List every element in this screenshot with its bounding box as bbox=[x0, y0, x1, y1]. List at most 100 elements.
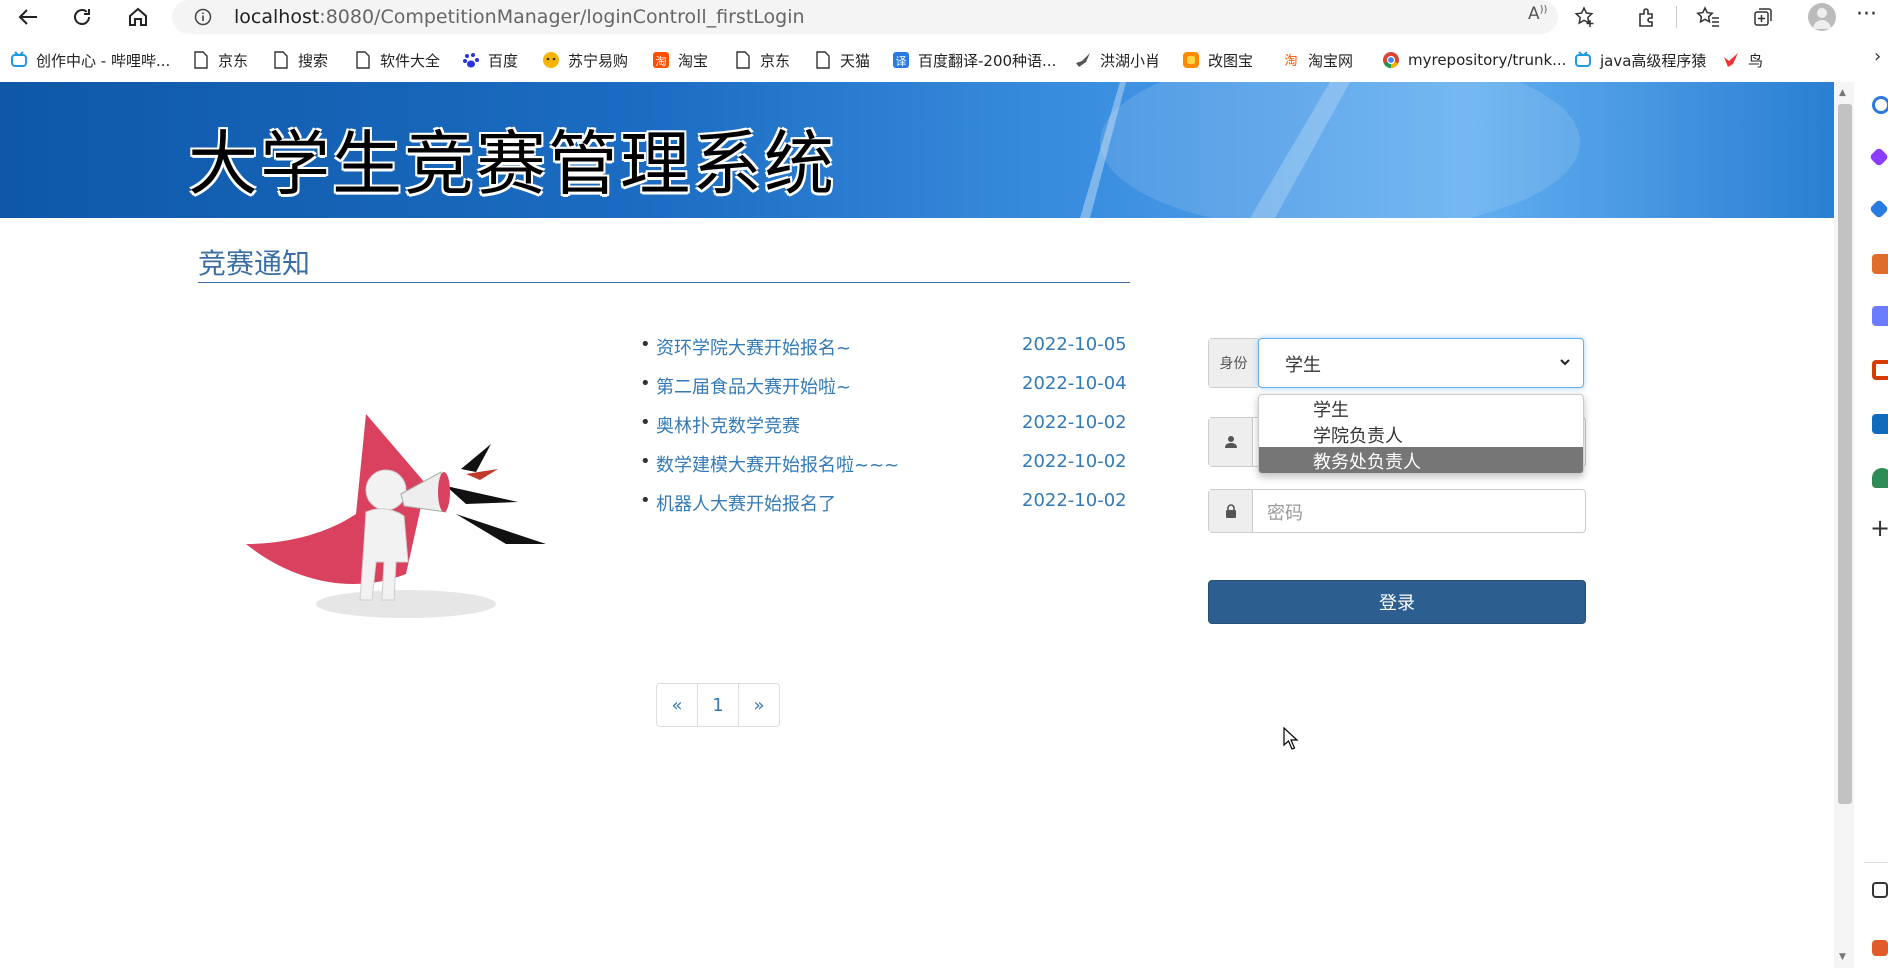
bilibili-icon bbox=[1574, 51, 1592, 69]
taobao-icon: 淘 bbox=[652, 51, 670, 69]
notice-item[interactable]: • 机器人大赛开始报名了 2022-10-02 bbox=[640, 490, 1140, 516]
svg-text:淘: 淘 bbox=[656, 55, 667, 68]
bookmark[interactable]: 淘淘宝 bbox=[652, 47, 708, 73]
outlook-icon[interactable] bbox=[1872, 414, 1888, 434]
notice-item[interactable]: • 第二届食品大赛开始啦~ 2022-10-04 bbox=[640, 373, 1140, 399]
bookmark[interactable]: 百度 bbox=[462, 47, 518, 73]
read-aloud-icon[interactable]: A)) bbox=[1528, 4, 1547, 24]
notice-item[interactable]: • 奥林扑克数学竞赛 2022-10-02 bbox=[640, 412, 1140, 438]
favorites-icon[interactable] bbox=[1696, 6, 1720, 28]
taobao-icon: 淘 bbox=[1282, 51, 1300, 69]
page-1-button[interactable]: 1 bbox=[697, 683, 739, 727]
bookmark[interactable]: 译百度翻译-200种语... bbox=[892, 47, 1056, 73]
page-scrollbar[interactable]: ▲ ▼ bbox=[1834, 82, 1854, 968]
more-menu-icon[interactable]: ··· bbox=[1856, 2, 1877, 27]
more-bookmarks-icon[interactable]: › bbox=[1874, 46, 1881, 67]
info-icon[interactable] bbox=[194, 8, 212, 26]
notice-title-link[interactable]: 数学建模大赛开始报名啦~~~ bbox=[656, 451, 899, 477]
tools-icon[interactable] bbox=[1872, 254, 1888, 274]
search-icon[interactable] bbox=[1872, 96, 1888, 114]
profile-avatar[interactable] bbox=[1808, 3, 1836, 31]
people-icon[interactable] bbox=[1872, 306, 1888, 326]
url-text[interactable]: localhost:8080/CompetitionManager/loginC… bbox=[234, 6, 805, 28]
page-icon bbox=[354, 51, 372, 69]
back-icon[interactable] bbox=[12, 2, 44, 32]
bookmark[interactable]: 创作中心 - 哔哩哔... bbox=[10, 47, 170, 73]
notice-date: 2022-10-04 bbox=[1022, 373, 1127, 394]
browser-toolbar: localhost:8080/CompetitionManager/loginC… bbox=[0, 0, 1888, 34]
bookmark[interactable]: 京东 bbox=[192, 47, 248, 73]
shopping-icon[interactable] bbox=[1869, 199, 1888, 219]
notice-title-link[interactable]: 资环学院大赛开始报名~ bbox=[656, 334, 851, 360]
bookmark[interactable]: 改图宝 bbox=[1182, 47, 1253, 73]
bookmark[interactable]: 淘淘宝网 bbox=[1282, 47, 1353, 73]
bookmark[interactable]: 苏宁易购 bbox=[542, 47, 628, 73]
role-option[interactable]: 学院负责人 bbox=[1259, 421, 1583, 447]
bullet: • bbox=[640, 373, 651, 394]
copilot-icon[interactable] bbox=[1869, 147, 1888, 167]
pagination: « 1 » bbox=[656, 683, 780, 727]
scroll-down-icon[interactable]: ▼ bbox=[1839, 952, 1846, 962]
feedback-icon[interactable] bbox=[1872, 940, 1888, 956]
notice-title-link[interactable]: 奥林扑克数学竞赛 bbox=[656, 412, 800, 438]
password-group: 密码 bbox=[1208, 489, 1586, 533]
baidu-icon bbox=[462, 51, 480, 69]
bookmark[interactable]: java高级程序猿 bbox=[1574, 47, 1706, 73]
password-input[interactable]: 密码 bbox=[1267, 499, 1303, 525]
scroll-thumb[interactable] bbox=[1838, 104, 1852, 804]
extensions-icon[interactable] bbox=[1636, 6, 1658, 28]
page-icon bbox=[272, 51, 290, 69]
login-button[interactable]: 登录 bbox=[1208, 580, 1586, 624]
home-icon[interactable] bbox=[122, 2, 154, 32]
lock-icon bbox=[1209, 490, 1253, 532]
office-icon[interactable] bbox=[1872, 360, 1888, 380]
bookmark[interactable]: 天猫 bbox=[814, 47, 870, 73]
bookmark[interactable]: 软件大全 bbox=[354, 47, 440, 73]
bookmark[interactable]: 鸟 bbox=[1722, 47, 1763, 73]
scroll-up-icon[interactable]: ▲ bbox=[1839, 88, 1846, 98]
announcement-illustration bbox=[246, 414, 546, 618]
refresh-icon[interactable] bbox=[66, 2, 98, 32]
page-icon bbox=[192, 51, 210, 69]
notice-item[interactable]: • 数学建模大赛开始报名啦~~~ 2022-10-02 bbox=[640, 451, 1140, 477]
notice-item[interactable]: • 资环学院大赛开始报名~ 2022-10-05 bbox=[640, 334, 1140, 360]
role-dropdown-list: 学生 学院负责人 教务处负责人 bbox=[1258, 394, 1584, 474]
gaitubao-icon bbox=[1182, 51, 1200, 69]
role-select-value: 学生 bbox=[1285, 355, 1321, 376]
role-select[interactable]: 学生 bbox=[1258, 338, 1584, 388]
chevron-down-icon bbox=[1560, 359, 1570, 366]
notice-title-link[interactable]: 机器人大赛开始报名了 bbox=[656, 490, 836, 516]
bookmark[interactable]: 搜索 bbox=[272, 47, 328, 73]
notice-date: 2022-10-05 bbox=[1022, 334, 1127, 355]
edge-sidebar: + bbox=[1864, 82, 1888, 968]
section-divider bbox=[198, 282, 1130, 283]
notice-date: 2022-10-02 bbox=[1022, 490, 1127, 511]
add-favorite-icon[interactable] bbox=[1574, 6, 1596, 28]
role-label: 身份 bbox=[1209, 339, 1259, 387]
svg-text:译: 译 bbox=[896, 55, 907, 68]
next-page-button[interactable]: » bbox=[738, 683, 780, 727]
page-icon bbox=[814, 51, 832, 69]
address-bar[interactable]: localhost:8080/CompetitionManager/loginC… bbox=[172, 0, 1594, 34]
bookmark[interactable]: 京东 bbox=[734, 47, 790, 73]
bookmark[interactable]: 洪湖小肖 bbox=[1074, 47, 1160, 73]
bilibili-icon bbox=[10, 51, 28, 69]
prev-page-button[interactable]: « bbox=[656, 683, 698, 727]
add-icon[interactable]: + bbox=[1870, 514, 1888, 542]
toolbar-divider bbox=[1676, 6, 1677, 28]
translate-icon: 译 bbox=[892, 51, 910, 69]
panel-toggle-icon[interactable] bbox=[1872, 882, 1888, 898]
role-option[interactable]: 学生 bbox=[1259, 395, 1583, 421]
collections-icon[interactable] bbox=[1752, 6, 1774, 28]
sidebar-divider bbox=[1864, 862, 1888, 863]
bird-icon bbox=[1722, 51, 1740, 69]
role-option-highlighted[interactable]: 教务处负责人 bbox=[1259, 447, 1583, 473]
bullet: • bbox=[640, 334, 651, 355]
role-group: 身份 bbox=[1208, 338, 1260, 388]
notice-date: 2022-10-02 bbox=[1022, 412, 1127, 433]
bookmark[interactable]: myrepository/trunk... bbox=[1382, 47, 1566, 73]
notice-title-link[interactable]: 第二届食品大赛开始啦~ bbox=[656, 373, 851, 399]
section-title: 竞赛通知 bbox=[198, 247, 311, 280]
tree-icon[interactable] bbox=[1872, 468, 1888, 488]
user-icon bbox=[1209, 418, 1253, 466]
